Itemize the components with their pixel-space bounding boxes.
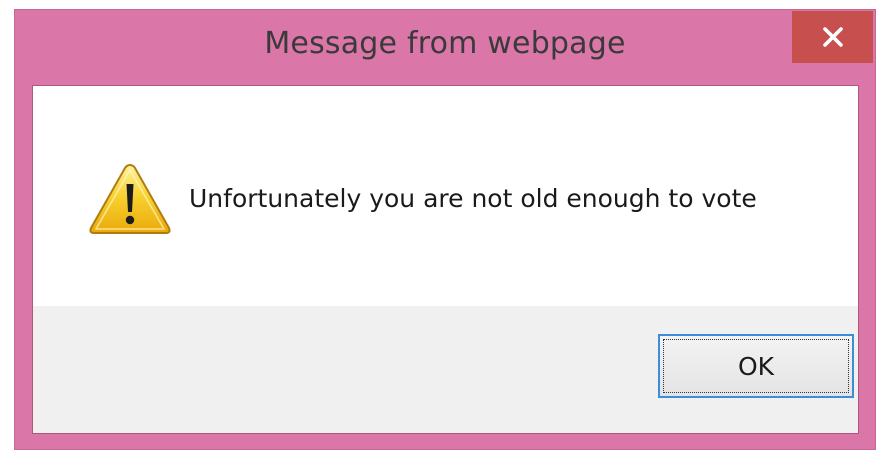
message-area: Unfortunately you are not old enough to … xyxy=(33,86,858,306)
alert-dialog: Message from webpage Unfortunately you a… xyxy=(14,9,876,450)
close-button[interactable] xyxy=(792,11,873,63)
button-bar: OK xyxy=(33,306,858,433)
window-title: Message from webpage xyxy=(264,26,626,61)
warning-icon xyxy=(89,163,171,234)
ok-button[interactable]: OK xyxy=(658,334,854,398)
title-bar[interactable]: Message from webpage xyxy=(15,10,875,86)
ok-button-label: OK xyxy=(737,351,775,381)
dialog-body: Unfortunately you are not old enough to … xyxy=(32,85,859,434)
close-icon xyxy=(822,27,843,47)
message-text: Unfortunately you are not old enough to … xyxy=(189,184,757,213)
